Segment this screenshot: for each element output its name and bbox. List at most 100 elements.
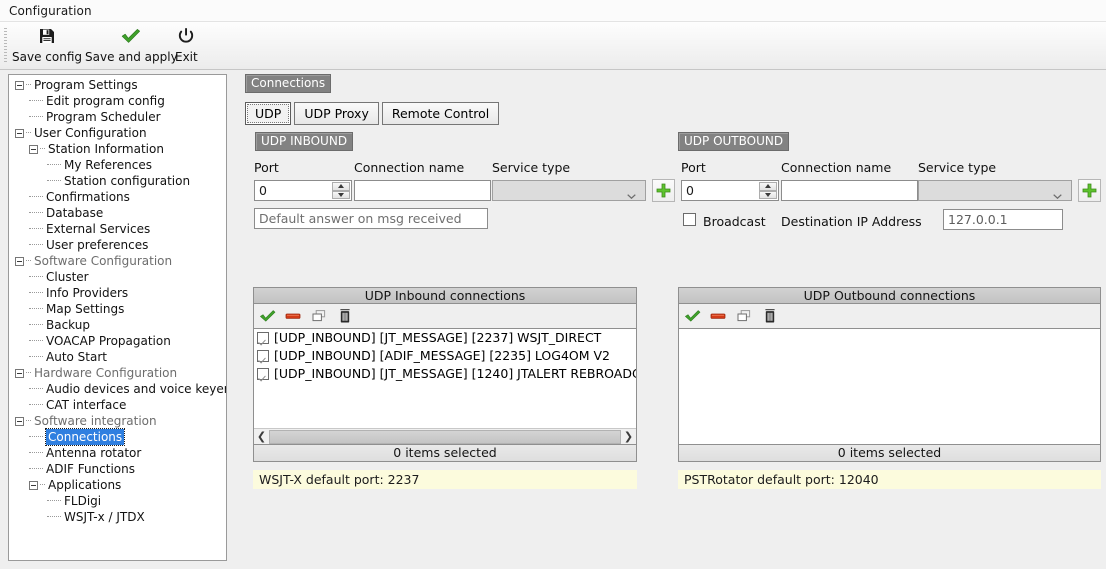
- sidebar-item-cluster[interactable]: Cluster: [9, 269, 226, 285]
- inbound-port-spinner-buttons[interactable]: [332, 182, 350, 199]
- broadcast-label: Broadcast: [703, 214, 766, 229]
- destination-ip-input[interactable]: [943, 209, 1063, 230]
- sidebar-item-user-configuration[interactable]: User Configuration: [9, 125, 226, 141]
- sidebar-item-map-settings[interactable]: Map Settings: [9, 301, 226, 317]
- inbound-service-type-select[interactable]: [492, 180, 646, 201]
- save-config-button[interactable]: Save config: [12, 24, 82, 68]
- outbound-service-type-label: Service type: [918, 160, 997, 175]
- sidebar-item-adif-functions[interactable]: ADIF Functions: [9, 461, 226, 477]
- sidebar-item-software-configuration[interactable]: Software Configuration: [9, 253, 226, 269]
- chevron-right-icon[interactable]: ❯: [621, 429, 636, 444]
- tree-connector: [29, 276, 43, 278]
- inbound-list-toolbar: [253, 304, 637, 328]
- inbound-horizontal-scrollbar[interactable]: ❮ ❯: [254, 428, 636, 444]
- sidebar-item-program-scheduler[interactable]: Program Scheduler: [9, 109, 226, 125]
- inbound-connection-name-input[interactable]: [354, 180, 491, 201]
- outbound-list-body[interactable]: [678, 328, 1101, 445]
- inbound-connection-name-label: Connection name: [354, 160, 465, 175]
- duplicate-icon[interactable]: [310, 307, 328, 325]
- sidebar-item-external-services[interactable]: External Services: [9, 221, 226, 237]
- sidebar-item-my-references[interactable]: My References: [9, 157, 226, 173]
- save-config-label: Save config: [12, 50, 82, 64]
- expander-icon[interactable]: [15, 416, 24, 426]
- sidebar-item-connections[interactable]: Connections: [9, 428, 226, 446]
- broadcast-checkbox-box[interactable]: [683, 213, 696, 226]
- outbound-service-type-select[interactable]: [918, 180, 1072, 201]
- broadcast-checkbox[interactable]: [683, 212, 696, 226]
- outbound-port-input[interactable]: [682, 181, 758, 200]
- sidebar-item-auto-start[interactable]: Auto Start: [9, 349, 226, 365]
- row-checkbox[interactable]: [257, 350, 269, 362]
- exit-button[interactable]: Exit: [175, 24, 198, 68]
- inbound-port-spin-up[interactable]: [332, 182, 350, 191]
- list-item[interactable]: [UDP_INBOUND] [ADIF_MESSAGE] [2235] LOG4…: [254, 347, 636, 365]
- sidebar-item-station-configuration[interactable]: Station configuration: [9, 173, 226, 189]
- sidebar-item-cat-interface[interactable]: CAT interface: [9, 397, 226, 413]
- outbound-hint: PSTRotator default port: 12040: [678, 470, 1101, 489]
- outbound-port-spin-down[interactable]: [759, 190, 777, 199]
- toolbar-grip[interactable]: [4, 28, 7, 64]
- row-checkbox[interactable]: [257, 368, 269, 380]
- tree-connector: [47, 516, 61, 518]
- list-item[interactable]: [UDP_INBOUND] [JT_MESSAGE] [2237] WSJT_D…: [254, 329, 636, 347]
- list-item-label: [UDP_INBOUND] [JT_MESSAGE] [2237] WSJT_D…: [274, 330, 602, 345]
- sidebar-item-database[interactable]: Database: [9, 205, 226, 221]
- expander-icon[interactable]: [29, 144, 38, 154]
- sidebar-item-audio-devices-and-voice-keyer[interactable]: Audio devices and voice keyer: [9, 381, 226, 397]
- power-icon: [176, 24, 196, 48]
- inbound-port-stepper[interactable]: [254, 180, 352, 201]
- expander-icon[interactable]: [15, 80, 24, 90]
- tab-udp[interactable]: UDP: [245, 102, 292, 125]
- sidebar-item-label: Backup: [46, 318, 90, 332]
- sidebar-item-backup[interactable]: Backup: [9, 317, 226, 333]
- tree-connector: [40, 484, 45, 486]
- row-checkbox[interactable]: [257, 332, 269, 344]
- red-minus-icon[interactable]: [709, 307, 727, 325]
- chevron-left-icon[interactable]: ❮: [254, 429, 269, 444]
- outbound-port-spin-up[interactable]: [759, 182, 777, 191]
- green-check-icon[interactable]: [258, 307, 276, 325]
- outbound-connection-name-input[interactable]: [781, 180, 918, 201]
- sidebar-item-label: Connections: [44, 428, 126, 446]
- sidebar-item-program-settings[interactable]: Program Settings: [9, 77, 226, 93]
- inbound-list-body[interactable]: [UDP_INBOUND] [JT_MESSAGE] [2237] WSJT_D…: [253, 328, 637, 445]
- sidebar-item-station-information[interactable]: Station Information: [9, 141, 226, 157]
- tab-remote-control[interactable]: Remote Control: [381, 102, 500, 125]
- outbound-port-spinner-buttons[interactable]: [759, 182, 777, 199]
- inbound-port-spin-down[interactable]: [332, 190, 350, 199]
- list-item[interactable]: [UDP_INBOUND] [JT_MESSAGE] [1240] JTALER…: [254, 365, 636, 383]
- outbound-add-button[interactable]: [1078, 179, 1101, 202]
- sidebar-item-edit-program-config[interactable]: Edit program config: [9, 93, 226, 109]
- sidebar-item-voacap-propagation[interactable]: VOACAP Propagation: [9, 333, 226, 349]
- inbound-default-answer-input[interactable]: [254, 208, 488, 229]
- sidebar-item-confirmations[interactable]: Confirmations: [9, 189, 226, 205]
- sidebar-item-fldigi[interactable]: FLDigi: [9, 493, 226, 509]
- expander-icon[interactable]: [15, 256, 24, 266]
- sidebar-item-wsjt-x-jtdx[interactable]: WSJT-x / JTDX: [9, 509, 226, 525]
- sidebar-item-label: Confirmations: [46, 190, 130, 204]
- expander-icon[interactable]: [29, 480, 38, 490]
- settings-tree-panel[interactable]: Program Settings Edit program config Progr…: [8, 74, 227, 561]
- inbound-service-type-label: Service type: [492, 160, 571, 175]
- sidebar-item-user-preferences[interactable]: User preferences: [9, 237, 226, 253]
- expander-icon[interactable]: [15, 128, 24, 138]
- inbound-scroll-thumb[interactable]: [269, 429, 621, 444]
- outbound-port-stepper[interactable]: [681, 180, 779, 201]
- sidebar-item-software-integration[interactable]: Software integration: [9, 413, 226, 429]
- sidebar-item-antenna-rotator[interactable]: Antenna rotator: [9, 445, 226, 461]
- tree-connector: [29, 308, 43, 310]
- tab-udp-proxy[interactable]: UDP Proxy: [294, 102, 379, 125]
- trash-icon[interactable]: [336, 307, 354, 325]
- duplicate-icon[interactable]: [735, 307, 753, 325]
- sidebar-item-info-providers[interactable]: Info Providers: [9, 285, 226, 301]
- expander-icon[interactable]: [15, 368, 24, 378]
- inbound-add-button[interactable]: [652, 179, 675, 202]
- save-and-apply-button[interactable]: Save and apply: [85, 24, 178, 68]
- sidebar-item-applications[interactable]: Applications: [9, 477, 226, 493]
- inbound-port-input[interactable]: [255, 181, 331, 200]
- red-minus-icon[interactable]: [284, 307, 302, 325]
- trash-icon[interactable]: [761, 307, 779, 325]
- sidebar-item-hardware-configuration[interactable]: Hardware Configuration: [9, 365, 226, 381]
- green-check-icon[interactable]: [683, 307, 701, 325]
- tree-connector: [29, 116, 43, 118]
